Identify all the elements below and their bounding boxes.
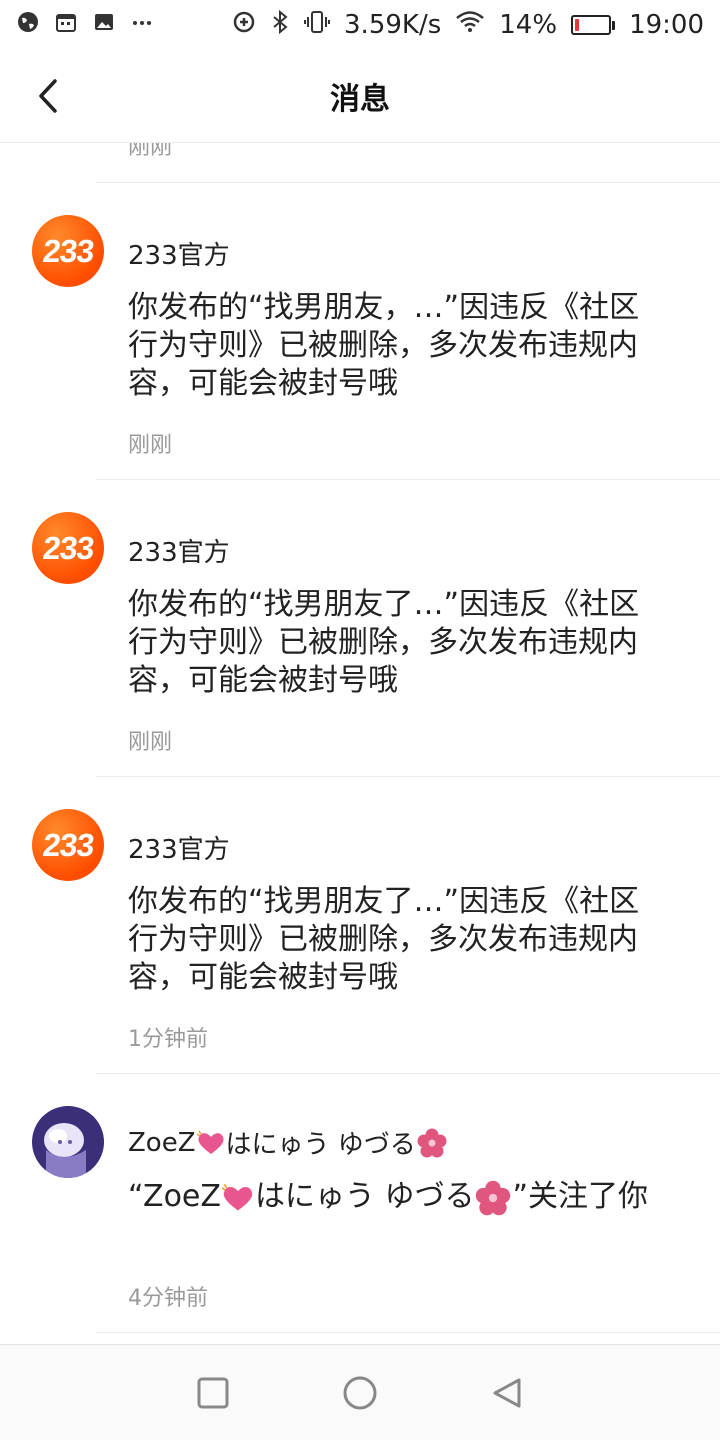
recent-apps-button[interactable] <box>189 1369 237 1417</box>
message-text: “ZoeZ はにゅう ゆづる ”关注了你 <box>128 1178 658 1217</box>
heart-icon <box>196 1130 224 1154</box>
sender-name-part: ZoeZ <box>128 1127 196 1158</box>
battery-level <box>575 19 580 31</box>
bluetooth-icon <box>270 9 290 41</box>
page-title: 消息 <box>330 82 390 117</box>
globe-icon <box>16 10 40 41</box>
vibrate-icon <box>304 10 331 41</box>
message-list[interactable]: 刚刚 233 233官方 你发布的“找男朋友，…”因违反《社区行为守则》已被删除… <box>0 143 720 1344</box>
avatar[interactable]: 233 <box>32 809 104 881</box>
status-left-icons <box>16 10 154 41</box>
battery-icon <box>571 15 616 35</box>
avatar[interactable] <box>32 1106 104 1178</box>
message-time: 1分钟前 <box>128 1027 208 1052</box>
wifi-icon <box>455 10 485 41</box>
previous-item-time: 刚刚 <box>128 143 173 160</box>
calendar-icon <box>54 10 78 41</box>
net-speed: 3.59K/s <box>344 10 442 40</box>
list-item[interactable]: 233 233官方 你发布的“找男朋友，…”因违反《社区行为守则》已被删除，多次… <box>0 183 720 479</box>
clock: 19:00 <box>629 10 704 40</box>
message-time: 刚刚 <box>128 730 173 755</box>
back-button[interactable] <box>26 74 70 118</box>
list-item[interactable]: 233 233官方 你发布的“找男朋友了…”因违反《社区行为守则》已被删除，多次… <box>0 480 720 776</box>
avatar[interactable]: 233 <box>32 512 104 584</box>
chevron-left-icon <box>39 79 57 113</box>
message-text: 你发布的“找男朋友了…”因违反《社区行为守则》已被删除，多次发布违规内容，可能会… <box>128 884 640 995</box>
home-button[interactable] <box>336 1369 384 1417</box>
image-icon <box>92 10 116 41</box>
sender-name[interactable]: 233官方 <box>128 829 230 866</box>
battery-percent: 14% <box>499 10 558 40</box>
sender-name[interactable]: 233官方 <box>128 235 230 272</box>
divider <box>96 1332 720 1333</box>
avatar[interactable]: 233 <box>32 215 104 287</box>
recent-apps-icon <box>197 1377 229 1408</box>
status-right-icons: 3.59K/s 14% 19:00 <box>232 9 704 41</box>
cherry-blossom-icon <box>417 1128 447 1157</box>
message-text: 你发布的“找男朋友了…”因违反《社区行为守则》已被删除，多次发布违规内容，可能会… <box>128 587 640 698</box>
app-header: 消息 <box>0 50 720 143</box>
sender-name-part: はにゅう ゆづる <box>225 1130 416 1160</box>
list-item[interactable]: ZoeZ はにゅう ゆづる “ZoeZ はにゅう ゆづる ”关注了你 4分钟前 <box>0 1074 720 1332</box>
user-avatar-image <box>32 1106 104 1178</box>
sender-name[interactable]: ZoeZ はにゅう ゆづる <box>128 1124 448 1161</box>
system-nav-bar <box>0 1344 720 1440</box>
message-time: 4分钟前 <box>128 1286 208 1311</box>
cherry-blossom-icon <box>476 1180 511 1215</box>
heart-icon <box>221 1183 253 1210</box>
more-dots-icon <box>130 10 154 41</box>
list-item[interactable]: 233 233官方 你发布的“找男朋友了…”因违反《社区行为守则》已被删除，多次… <box>0 777 720 1073</box>
data-saver-icon <box>232 10 256 41</box>
back-nav-button[interactable] <box>483 1369 531 1417</box>
home-icon <box>343 1376 377 1409</box>
message-text: 你发布的“找男朋友，…”因违反《社区行为守则》已被删除，多次发布违规内容，可能会… <box>128 290 640 401</box>
back-icon <box>493 1378 521 1407</box>
status-bar: 3.59K/s 14% 19:00 <box>0 0 720 50</box>
message-time: 刚刚 <box>128 433 173 458</box>
sender-name[interactable]: 233官方 <box>128 532 230 569</box>
